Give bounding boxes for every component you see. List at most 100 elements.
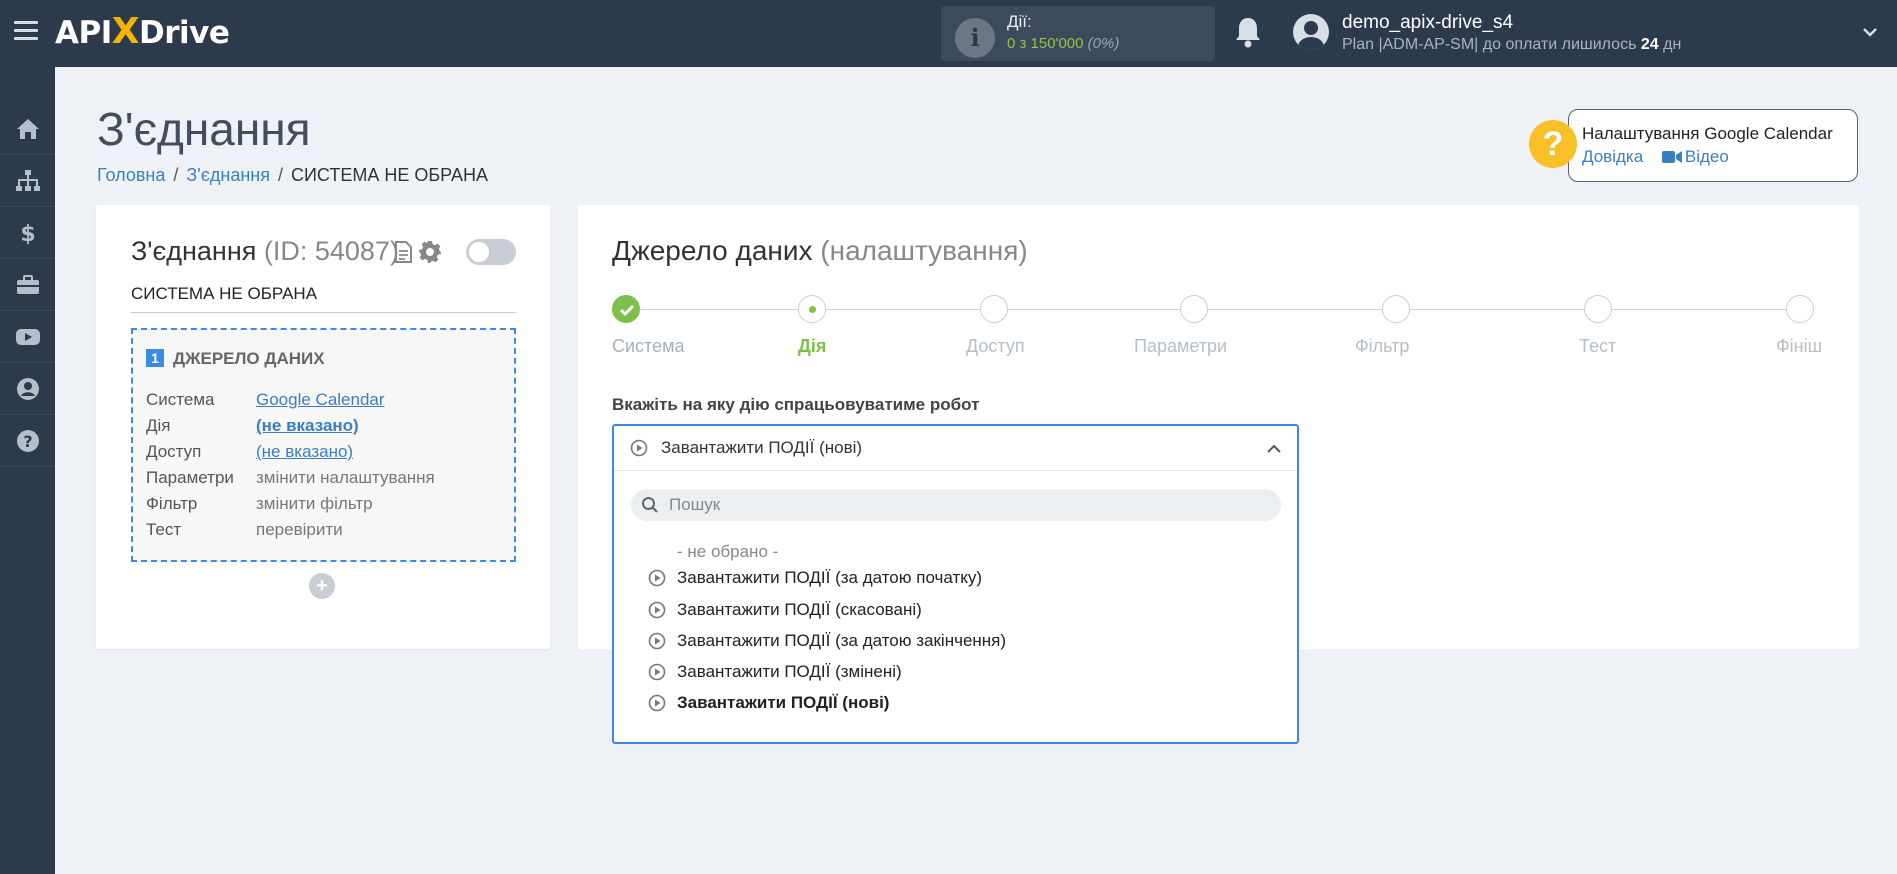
search-icon [642,497,658,513]
svg-text:?: ? [23,432,32,451]
actions-label: Дії: [1007,12,1032,31]
step-label: Система [612,336,685,356]
row-key: Параметри [146,468,234,487]
logo-text-drive: Drive [139,15,230,51]
help-icon: ? [16,429,39,452]
check-icon [612,295,640,323]
option-label: Завантажити ПОДІЇ (за датою початку) [677,568,983,587]
plan-days: 24 [1640,36,1659,53]
chevron-down-icon[interactable] [1862,24,1878,40]
question-icon[interactable]: ? [1529,120,1577,168]
dollar-icon: $ [20,222,35,246]
action-select-header[interactable]: Завантажити ПОДІЇ (нові) [614,426,1297,471]
video-camera-icon [1661,151,1682,163]
steps-progress: Система Дія Доступ Параметри Фільтр Тест… [612,295,1826,356]
source-params-value[interactable]: змінити налаштування [256,468,435,487]
document-icon[interactable] [394,241,412,263]
source-filter-value[interactable]: змінити фільтр [256,494,373,513]
step-label: Фініш [1776,336,1823,356]
avatar[interactable] [1293,14,1329,50]
sidebar-item-connections[interactable] [0,155,55,207]
step-label: Доступ [966,336,1025,356]
home-icon [16,118,39,139]
gear-icon[interactable] [418,240,442,264]
search-input[interactable] [669,493,1269,517]
bell-icon[interactable] [1233,16,1263,48]
play-circle-icon [648,601,666,619]
option-label: - не обрано - [677,542,779,561]
logo-text-x: X [111,11,140,52]
source-system-link[interactable]: Google Calendar [256,390,385,409]
help-box: Налаштування Google Calendar Довідка Від… [1568,109,1858,182]
add-block-button[interactable]: + [309,573,335,599]
action-field-label: Вкажіть на яку дію спрацьовуватиме робот [612,395,980,414]
datasource-title: Джерело даних (налаштування) [612,235,1028,267]
breadcrumb-connections[interactable]: З'єднання [186,165,270,185]
docs-link[interactable]: Довідка [1582,147,1643,166]
sidebar-item-home[interactable] [0,103,55,155]
row-key: Тест [146,520,182,539]
actions-counter: i Дії: 0 з 150'000 (0%) [941,6,1215,61]
actions-count: 0 з 150'000 (0%) [1007,35,1119,52]
sidebar: $ ? [0,67,55,874]
logo[interactable]: APIXDrive [55,10,230,54]
source-access-link[interactable]: (не вказано) [256,442,353,461]
briefcase-icon [16,274,39,294]
breadcrumb-current: СИСТЕМА НЕ ОБРАНА [291,165,488,185]
connection-title-text: З'єднання [131,236,257,266]
actions-count-value: 0 з 150'000 [1007,35,1084,52]
source-test-value[interactable]: перевірити [256,520,343,539]
sidebar-item-services[interactable] [0,259,55,311]
help-links: Довідка Відео [1582,147,1729,167]
source-block[interactable]: 1 ДЖЕРЕЛО ДАНИХ Система Google Calendar Д… [131,328,516,562]
top-bar: APIXDrive i Дії: 0 з 150'000 (0%) demo_a… [0,0,1897,67]
option-label: Завантажити ПОДІЇ (за датою закінчення) [677,631,1007,650]
connection-toggle[interactable] [466,239,516,265]
action-select-value: Завантажити ПОДІЇ (нові) [661,438,863,457]
source-title: ДЖЕРЕЛО ДАНИХ [173,349,325,368]
step-label: Параметри [1134,336,1228,356]
action-select[interactable]: Завантажити ПОДІЇ (нові) - не обрано - З… [612,424,1299,744]
step-label: Тест [1579,336,1617,356]
plan-suffix: дн [1658,36,1682,53]
youtube-icon [15,328,40,345]
source-row-action: Дія (не вказано) [146,416,359,436]
source-row-system: Система Google Calendar [146,390,385,410]
row-key: Дія [146,416,171,435]
connection-title: З'єднання (ID: 54087) [131,236,399,267]
option-label: Завантажити ПОДІЇ (скасовані) [677,600,922,619]
source-number-badge: 1 [146,349,164,367]
page-title: З'єднання [97,103,311,155]
row-key: Система [146,390,215,409]
row-key: Доступ [146,442,202,461]
video-link[interactable]: Відео [1685,147,1729,166]
option-label: Завантажити ПОДІЇ (змінені) [677,662,902,681]
breadcrumb-home[interactable]: Головна [97,165,165,185]
step-label: Фільтр [1355,336,1410,356]
play-circle-icon [648,663,666,681]
logo-text-api: API [55,15,112,51]
datasource-title-text: Джерело даних [612,235,813,266]
menu-icon[interactable] [14,21,38,43]
source-action-link[interactable]: (не вказано) [256,416,359,435]
play-circle-icon [648,569,666,587]
step-label: Дія [798,336,827,356]
sitemap-icon [15,169,40,191]
source-row-filter: Фільтр змінити фільтр [146,494,373,514]
actions-percent: (0%) [1087,35,1120,52]
row-key: Фільтр [146,494,198,513]
sidebar-item-help[interactable]: ? [0,415,55,467]
sidebar-item-profile[interactable] [0,363,55,415]
play-circle-icon [648,694,666,712]
help-title: Налаштування Google Calendar [1582,124,1833,143]
connection-id: (ID: 54087) [263,236,399,266]
connection-card: З'єднання (ID: 54087) СИСТЕМА НЕ ОБРАНА … [96,205,550,649]
sidebar-item-video[interactable] [0,311,55,363]
plan-info: Plan |ADM-AP-SM| до оплати лишилось 24 д… [1342,36,1681,54]
sidebar-item-billing[interactable]: $ [0,207,55,259]
connection-system-name: СИСТЕМА НЕ ОБРАНА [131,284,516,313]
username[interactable]: demo_apix-drive_s4 [1342,12,1513,34]
chevron-up-icon[interactable] [1266,441,1282,457]
breadcrumb: Головна / З'єднання / СИСТЕМА НЕ ОБРАНА [97,165,488,185]
search-field [631,489,1281,521]
